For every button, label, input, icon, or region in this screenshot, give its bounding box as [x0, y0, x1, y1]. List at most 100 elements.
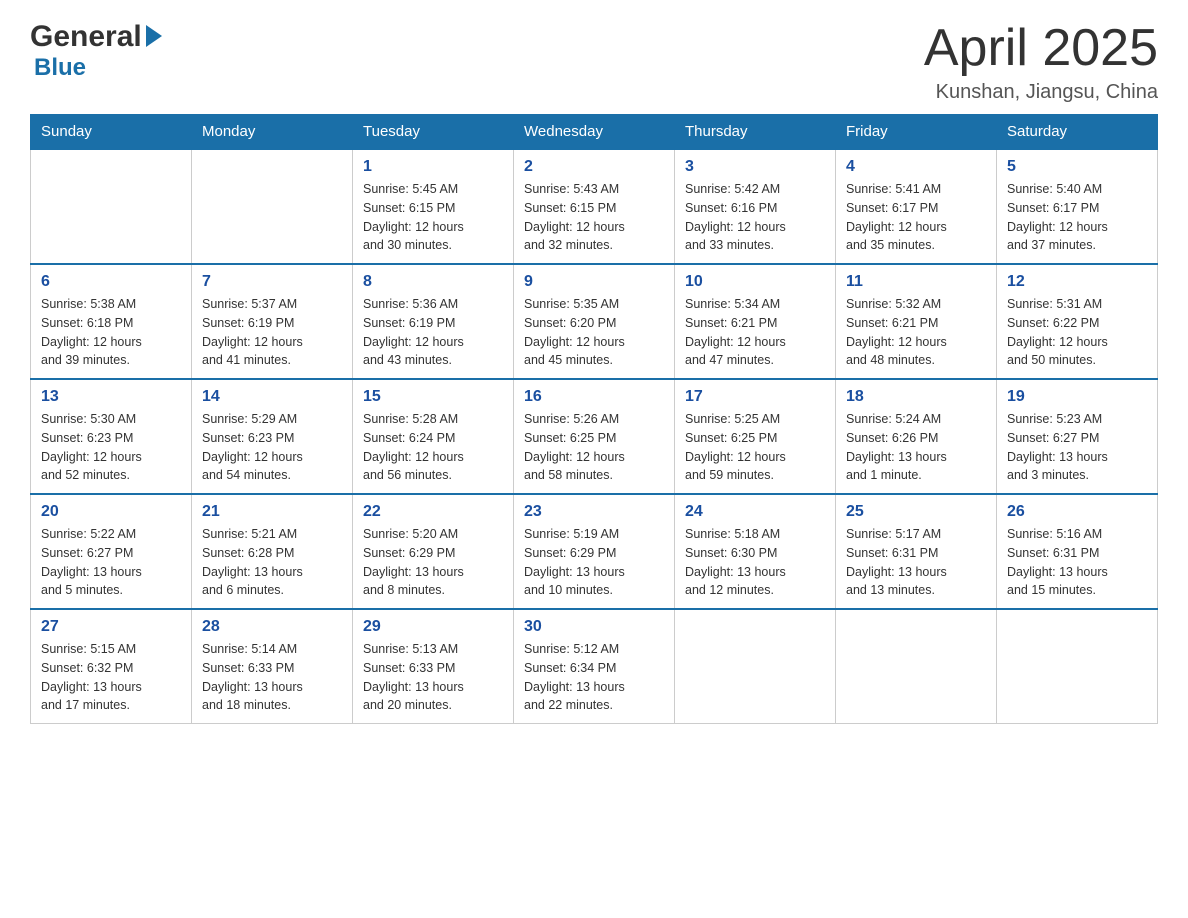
calendar-cell: 14 Sunrise: 5:29 AM Sunset: 6:23 PM Dayli…	[192, 379, 353, 494]
logo-arrow-icon	[146, 25, 162, 47]
day-info: Sunrise: 5:22 AM Sunset: 6:27 PM Dayligh…	[41, 525, 181, 600]
calendar-header-row: SundayMondayTuesdayWednesdayThursdayFrid…	[31, 115, 1158, 150]
day-info: Sunrise: 5:28 AM Sunset: 6:24 PM Dayligh…	[363, 410, 503, 485]
day-info: Sunrise: 5:38 AM Sunset: 6:18 PM Dayligh…	[41, 295, 181, 370]
day-number: 26	[1007, 503, 1147, 521]
calendar-week-1: 1 Sunrise: 5:45 AM Sunset: 6:15 PM Daylig…	[31, 149, 1158, 264]
calendar-week-5: 27Sunrise: 5:15 AM Sunset: 6:32 PM Dayli…	[31, 609, 1158, 724]
day-info: Sunrise: 5:17 AM Sunset: 6:31 PM Dayligh…	[846, 525, 986, 600]
calendar-cell: 2Sunrise: 5:43 AM Sunset: 6:15 PM Daylig…	[514, 149, 675, 264]
page-subtitle: Kunshan, Jiangsu, China	[924, 81, 1158, 104]
calendar-week-2: 6Sunrise: 5:38 AM Sunset: 6:18 PM Daylig…	[31, 264, 1158, 379]
day-number: 3	[685, 158, 825, 176]
day-info: Sunrise: 5:30 AM Sunset: 6:23 PM Dayligh…	[41, 410, 181, 485]
calendar-header-sunday: Sunday	[31, 115, 192, 150]
calendar-cell: 25Sunrise: 5:17 AM Sunset: 6:31 PM Dayli…	[836, 494, 997, 609]
day-info: Sunrise: 5:25 AM Sunset: 6:25 PM Dayligh…	[685, 410, 825, 485]
calendar-cell: 19 Sunrise: 5:23 AM Sunset: 6:27 PM Dayli…	[997, 379, 1158, 494]
calendar-cell: 30 Sunrise: 5:12 AM Sunset: 6:34 PM Dayli…	[514, 609, 675, 724]
day-number: 20	[41, 503, 181, 521]
calendar-cell: 9 Sunrise: 5:35 AM Sunset: 6:20 PM Daylig…	[514, 264, 675, 379]
day-number: 13	[41, 388, 181, 406]
calendar-cell: 21Sunrise: 5:21 AM Sunset: 6:28 PM Dayli…	[192, 494, 353, 609]
page-header: General Blue April 2025 Kunshan, Jiangsu…	[30, 20, 1158, 104]
day-info: Sunrise: 5:29 AM Sunset: 6:23 PM Dayligh…	[202, 410, 342, 485]
day-number: 23	[524, 503, 664, 521]
day-info: Sunrise: 5:31 AM Sunset: 6:22 PM Dayligh…	[1007, 295, 1147, 370]
calendar-cell: 18Sunrise: 5:24 AM Sunset: 6:26 PM Dayli…	[836, 379, 997, 494]
calendar-cell: 6Sunrise: 5:38 AM Sunset: 6:18 PM Daylig…	[31, 264, 192, 379]
calendar-cell: 16 Sunrise: 5:26 AM Sunset: 6:25 PM Dayli…	[514, 379, 675, 494]
logo-blue-text: Blue	[34, 54, 162, 82]
day-info: Sunrise: 5:37 AM Sunset: 6:19 PM Dayligh…	[202, 295, 342, 370]
calendar-cell	[31, 149, 192, 264]
day-info: Sunrise: 5:18 AM Sunset: 6:30 PM Dayligh…	[685, 525, 825, 600]
day-info: Sunrise: 5:40 AM Sunset: 6:17 PM Dayligh…	[1007, 180, 1147, 255]
day-info: Sunrise: 5:20 AM Sunset: 6:29 PM Dayligh…	[363, 525, 503, 600]
calendar-header-tuesday: Tuesday	[353, 115, 514, 150]
calendar-cell: 22 Sunrise: 5:20 AM Sunset: 6:29 PM Dayli…	[353, 494, 514, 609]
calendar-week-4: 20 Sunrise: 5:22 AM Sunset: 6:27 PM Dayli…	[31, 494, 1158, 609]
calendar-cell: 4 Sunrise: 5:41 AM Sunset: 6:17 PM Daylig…	[836, 149, 997, 264]
day-number: 22	[363, 503, 503, 521]
day-info: Sunrise: 5:14 AM Sunset: 6:33 PM Dayligh…	[202, 640, 342, 715]
calendar-cell	[836, 609, 997, 724]
calendar-cell: 17 Sunrise: 5:25 AM Sunset: 6:25 PM Dayli…	[675, 379, 836, 494]
day-info: Sunrise: 5:35 AM Sunset: 6:20 PM Dayligh…	[524, 295, 664, 370]
day-info: Sunrise: 5:13 AM Sunset: 6:33 PM Dayligh…	[363, 640, 503, 715]
day-info: Sunrise: 5:12 AM Sunset: 6:34 PM Dayligh…	[524, 640, 664, 715]
calendar-cell	[192, 149, 353, 264]
day-info: Sunrise: 5:43 AM Sunset: 6:15 PM Dayligh…	[524, 180, 664, 255]
calendar-header-friday: Friday	[836, 115, 997, 150]
day-number: 8	[363, 273, 503, 291]
calendar-week-3: 13 Sunrise: 5:30 AM Sunset: 6:23 PM Dayli…	[31, 379, 1158, 494]
day-number: 28	[202, 618, 342, 636]
day-info: Sunrise: 5:16 AM Sunset: 6:31 PM Dayligh…	[1007, 525, 1147, 600]
calendar-cell: 7 Sunrise: 5:37 AM Sunset: 6:19 PM Daylig…	[192, 264, 353, 379]
calendar-cell: 27Sunrise: 5:15 AM Sunset: 6:32 PM Dayli…	[31, 609, 192, 724]
day-number: 17	[685, 388, 825, 406]
day-info: Sunrise: 5:41 AM Sunset: 6:17 PM Dayligh…	[846, 180, 986, 255]
day-number: 30	[524, 618, 664, 636]
day-info: Sunrise: 5:34 AM Sunset: 6:21 PM Dayligh…	[685, 295, 825, 370]
day-info: Sunrise: 5:19 AM Sunset: 6:29 PM Dayligh…	[524, 525, 664, 600]
day-info: Sunrise: 5:24 AM Sunset: 6:26 PM Dayligh…	[846, 410, 986, 485]
day-number: 19	[1007, 388, 1147, 406]
calendar-cell: 24Sunrise: 5:18 AM Sunset: 6:30 PM Dayli…	[675, 494, 836, 609]
day-number: 12	[1007, 273, 1147, 291]
day-number: 5	[1007, 158, 1147, 176]
calendar-header-saturday: Saturday	[997, 115, 1158, 150]
day-number: 14	[202, 388, 342, 406]
day-number: 9	[524, 273, 664, 291]
day-number: 10	[685, 273, 825, 291]
calendar-header-thursday: Thursday	[675, 115, 836, 150]
page-title: April 2025	[924, 20, 1158, 77]
calendar-table: SundayMondayTuesdayWednesdayThursdayFrid…	[30, 114, 1158, 724]
day-info: Sunrise: 5:21 AM Sunset: 6:28 PM Dayligh…	[202, 525, 342, 600]
logo: General Blue	[30, 20, 162, 82]
calendar-cell: 26 Sunrise: 5:16 AM Sunset: 6:31 PM Dayli…	[997, 494, 1158, 609]
calendar-cell: 12 Sunrise: 5:31 AM Sunset: 6:22 PM Dayli…	[997, 264, 1158, 379]
day-number: 7	[202, 273, 342, 291]
calendar-cell: 3 Sunrise: 5:42 AM Sunset: 6:16 PM Daylig…	[675, 149, 836, 264]
day-info: Sunrise: 5:42 AM Sunset: 6:16 PM Dayligh…	[685, 180, 825, 255]
calendar-cell: 28 Sunrise: 5:14 AM Sunset: 6:33 PM Dayli…	[192, 609, 353, 724]
day-info: Sunrise: 5:36 AM Sunset: 6:19 PM Dayligh…	[363, 295, 503, 370]
day-info: Sunrise: 5:26 AM Sunset: 6:25 PM Dayligh…	[524, 410, 664, 485]
calendar-header-wednesday: Wednesday	[514, 115, 675, 150]
calendar-cell: 20 Sunrise: 5:22 AM Sunset: 6:27 PM Dayli…	[31, 494, 192, 609]
day-number: 1	[363, 158, 503, 176]
day-number: 4	[846, 158, 986, 176]
logo-general-text: General	[30, 20, 142, 54]
title-area: April 2025 Kunshan, Jiangsu, China	[924, 20, 1158, 104]
day-info: Sunrise: 5:23 AM Sunset: 6:27 PM Dayligh…	[1007, 410, 1147, 485]
calendar-cell: 8 Sunrise: 5:36 AM Sunset: 6:19 PM Daylig…	[353, 264, 514, 379]
day-info: Sunrise: 5:15 AM Sunset: 6:32 PM Dayligh…	[41, 640, 181, 715]
calendar-header-monday: Monday	[192, 115, 353, 150]
calendar-cell: 13 Sunrise: 5:30 AM Sunset: 6:23 PM Dayli…	[31, 379, 192, 494]
day-info: Sunrise: 5:45 AM Sunset: 6:15 PM Dayligh…	[363, 180, 503, 255]
calendar-cell	[997, 609, 1158, 724]
day-number: 16	[524, 388, 664, 406]
calendar-cell	[675, 609, 836, 724]
day-number: 11	[846, 273, 986, 291]
